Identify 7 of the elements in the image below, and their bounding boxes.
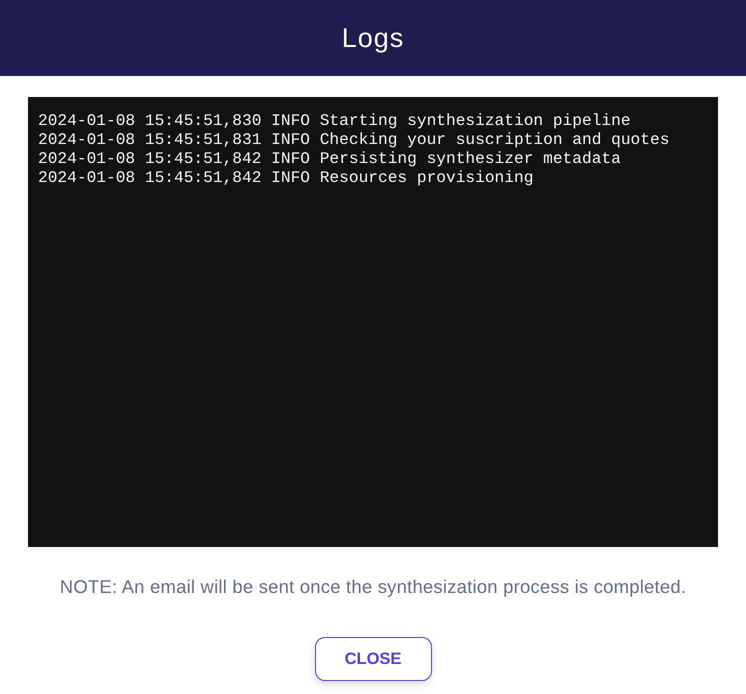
log-line: 2024-01-08 15:45:51,842 INFO Persisting synthesizer metadata (38, 150, 622, 169)
dialog-title: Logs (342, 22, 404, 54)
log-line: 2024-01-08 15:45:51,842 INFO Resources provisioning (38, 169, 534, 188)
note-text: NOTE: An email will be sent once the synthesization process is completed. (60, 575, 686, 599)
log-line: 2024-01-08 15:45:51,830 INFO Starting synthesization pipeline (38, 112, 632, 131)
close-button[interactable]: CLOSE (314, 637, 432, 681)
log-line: 2024-01-08 15:45:51,831 INFO Checking your suscription and quotes (38, 131, 670, 150)
